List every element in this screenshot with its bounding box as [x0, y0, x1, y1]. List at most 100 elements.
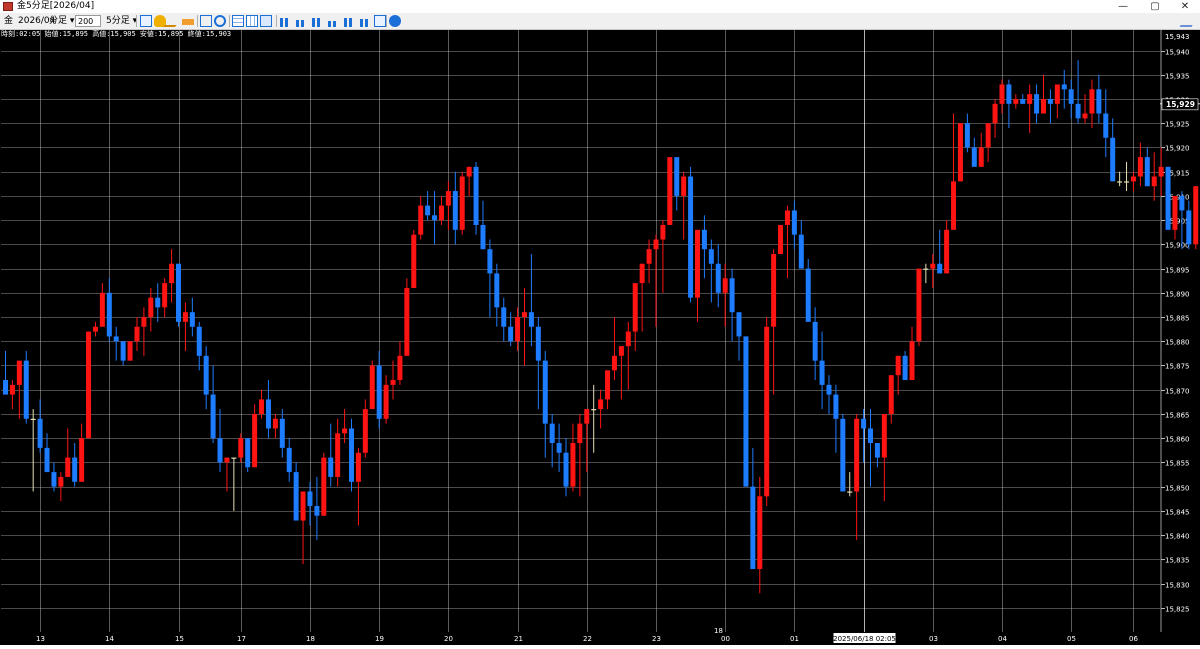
y-tick-label: 15,825 [1165, 606, 1190, 614]
candle-body [688, 176, 694, 298]
candle-body [715, 263, 721, 293]
candle-body [847, 491, 853, 493]
close-button[interactable]: ✕ [1170, 0, 1200, 13]
y-tick-label: 15,920 [1165, 145, 1190, 153]
chart-area[interactable]: 時刻:02:05 始値:15,895 高値:15,905 安値:15,895 終… [0, 30, 1200, 645]
candle-body [328, 457, 334, 477]
eraser-icon[interactable] [182, 19, 194, 25]
toolbar-separator [386, 15, 387, 27]
candle-body [812, 321, 818, 361]
candle-body [1179, 195, 1185, 211]
candle-body [916, 268, 922, 342]
candlestick-chart[interactable]: 15,94015,93515,93015,92515,92015,91515,9… [0, 30, 1200, 645]
candle-body [141, 317, 147, 327]
candle-body [791, 210, 797, 235]
candle-chart-icon[interactable] [312, 18, 324, 27]
crosshair-icon[interactable] [200, 15, 212, 27]
x-tick-label: 00 [721, 635, 730, 643]
ohlc-readout: 時刻:02:05 始値:15,895 高値:15,905 安値:15,895 終… [1, 30, 232, 38]
candle-body [314, 506, 320, 516]
toolbar-separator [197, 15, 198, 27]
grid-icon[interactable] [232, 15, 244, 27]
candle-body [708, 249, 714, 264]
x-tick-label: 19 [375, 635, 384, 643]
candle-body [971, 147, 977, 167]
candle-body [639, 263, 645, 284]
candle-body [660, 224, 666, 240]
cursor-icon[interactable] [140, 15, 152, 27]
candle-body [556, 443, 562, 453]
x-tick-label: 04 [998, 635, 1007, 643]
copy-icon[interactable] [344, 18, 356, 27]
candle-body [515, 317, 521, 342]
candle-body [1151, 176, 1157, 187]
window-title: 金5分足[2026/04] [17, 1, 95, 11]
y-tick-label: 15,895 [1165, 267, 1190, 275]
bar-chart-icon[interactable] [280, 18, 292, 27]
minimize-button[interactable]: — [1108, 0, 1138, 13]
settings-icon[interactable] [260, 15, 272, 27]
candle-body [1047, 98, 1053, 104]
candle-body [1089, 89, 1095, 114]
refresh-icon[interactable] [389, 15, 401, 27]
candle-body [840, 418, 846, 492]
candle-body [674, 157, 680, 196]
candle-body [155, 297, 161, 308]
candle-body [113, 336, 119, 342]
candle-body [286, 447, 292, 473]
candle-body [528, 312, 534, 327]
last-price-label: 15,929 [1166, 100, 1195, 109]
y-tick-label: 15,855 [1165, 460, 1190, 468]
candle-body [1096, 89, 1102, 114]
candle-body [722, 278, 728, 293]
candle-body [1158, 166, 1164, 177]
bar-count-input[interactable]: 200 [75, 15, 101, 27]
candle-body [1193, 186, 1199, 245]
candle-body [501, 307, 507, 327]
candle-body [92, 326, 98, 332]
y-tick-label: 15,885 [1165, 315, 1190, 323]
candle-body [9, 384, 15, 395]
candle-body [598, 399, 604, 410]
interval-select[interactable]: 5分足 ▾ [106, 13, 137, 29]
y-tick-label: 15,890 [1165, 291, 1190, 299]
line-chart-icon[interactable] [296, 20, 308, 27]
candle-body [210, 394, 216, 439]
candle-body [729, 278, 735, 313]
y-tick-label: 15,935 [1165, 73, 1190, 81]
cursor-label: 2025/06/18 02:05 [833, 635, 896, 643]
toolbar-separator [276, 15, 277, 27]
candle-body [743, 336, 749, 487]
toolbar: 金 2026/04 分足 ▾ 200 5分足 ▾ [0, 13, 1200, 30]
candle-body [895, 355, 901, 376]
maximize-button[interactable]: ▢ [1140, 0, 1170, 13]
print-icon[interactable] [328, 21, 340, 27]
candle-body [148, 297, 154, 318]
candle-body [231, 457, 237, 459]
candle-body [1034, 94, 1040, 114]
candle-body [369, 365, 375, 410]
zoom-icon[interactable] [214, 15, 226, 27]
candle-body [252, 413, 258, 468]
candle-body [307, 491, 313, 507]
candle-body [466, 166, 472, 177]
x-tick-label: 17 [237, 635, 246, 643]
candle-body [23, 360, 29, 419]
toolbar-separator [229, 15, 230, 27]
candle-body [1006, 84, 1012, 104]
candle-body [162, 283, 168, 308]
candle-body [86, 331, 92, 439]
tool-icon[interactable] [374, 15, 386, 27]
y-tick-label: 15,840 [1165, 533, 1190, 541]
candle-body [563, 452, 569, 487]
pin-icon[interactable] [1179, 15, 1199, 27]
candle-body [881, 413, 887, 458]
candle-body [695, 229, 700, 298]
table-icon[interactable] [246, 15, 258, 27]
candle-body [1130, 176, 1136, 182]
x-tick-label: 05 [1067, 635, 1076, 643]
candle-body [681, 176, 687, 196]
candle-body [999, 84, 1005, 104]
list-icon[interactable] [360, 19, 372, 27]
unit-select[interactable]: 分足 ▾ [49, 13, 74, 29]
